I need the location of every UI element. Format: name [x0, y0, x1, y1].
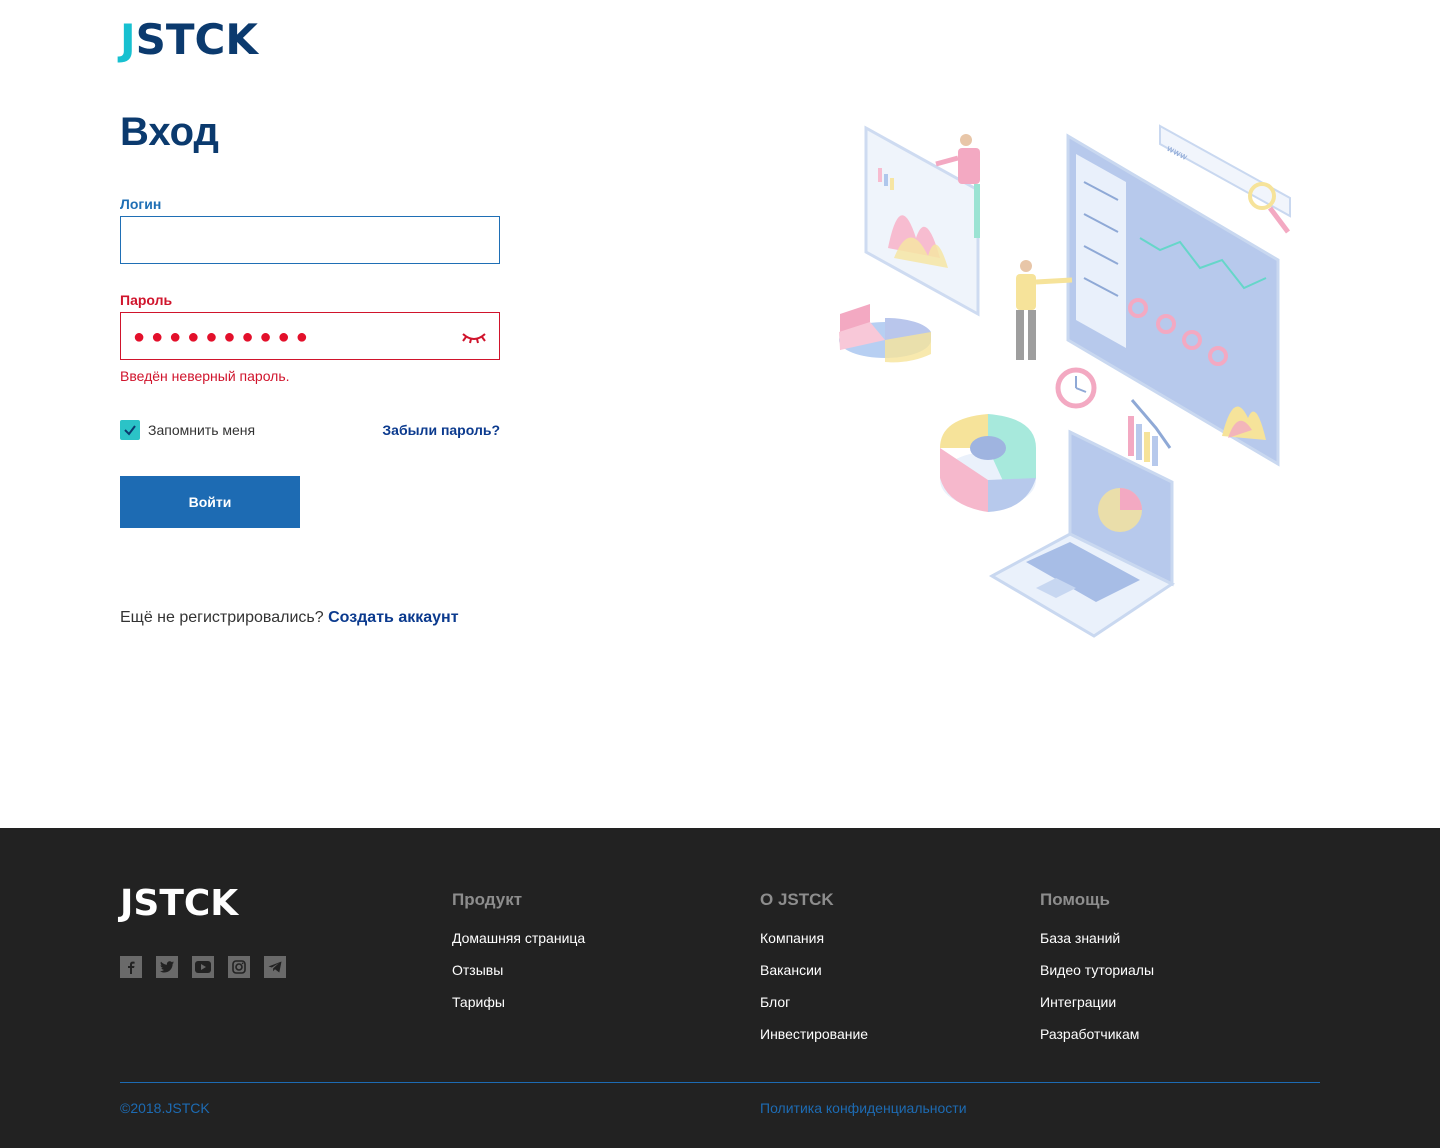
clock-icon [1055, 367, 1097, 409]
instagram-icon[interactable] [228, 956, 250, 978]
login-field-box [120, 216, 500, 264]
footer-column-title: О JSTCK [760, 890, 834, 909]
footer-link-company[interactable]: Компания [760, 930, 868, 946]
forgot-password-link[interactable]: Забыли пароль? [382, 422, 500, 438]
footer-column-title: Продукт [452, 890, 523, 909]
eye-closed-icon[interactable] [461, 328, 487, 346]
copyright-text: ©2018.JSTCK [120, 1100, 210, 1116]
footer-link-knowledge-base[interactable]: База знаний [1040, 930, 1154, 946]
bar-chart-arrow [1128, 399, 1172, 466]
donut-chart [940, 414, 1036, 512]
password-input[interactable]: ●●●●●●●●●● [120, 312, 500, 360]
analytics-illustration: www [839, 124, 1291, 638]
twitter-icon[interactable] [156, 956, 178, 978]
jstck-logo[interactable]: JSTCK [120, 18, 258, 62]
site-footer: JSTCK Продукт Домашняя страница Отзывы Т… [0, 828, 1440, 1148]
footer-column-help: Помощь База знаний Видео туториалы Интег… [1040, 890, 1154, 1058]
footer-link-blog[interactable]: Блог [760, 994, 868, 1010]
youtube-icon[interactable] [192, 956, 214, 978]
footer-link-video-tutorials[interactable]: Видео туториалы [1040, 962, 1154, 978]
footer-link-home[interactable]: Домашняя страница [452, 930, 585, 946]
privacy-policy-link[interactable]: Политика конфиденциальности [760, 1100, 967, 1116]
pie-chart-small [839, 304, 931, 363]
footer-column-product: Продукт Домашняя страница Отзывы Тарифы [452, 890, 585, 1026]
remember-checkbox[interactable] [120, 420, 140, 440]
password-label: Пароль [120, 292, 173, 308]
footer-logo[interactable]: JSTCK [120, 884, 238, 924]
footer-link-reviews[interactable]: Отзывы [452, 962, 585, 978]
social-links [120, 956, 286, 978]
footer-link-pricing[interactable]: Тарифы [452, 994, 585, 1010]
footer-link-developers[interactable]: Разработчикам [1040, 1026, 1154, 1042]
login-button[interactable]: Войти [120, 476, 300, 528]
signup-prompt: Ещё не регистрировались? Создать аккаунт [120, 609, 459, 627]
footer-column-title: Помощь [1040, 890, 1110, 909]
signup-text: Ещё не регистрировались? [120, 609, 324, 626]
person-figure-middle [1016, 260, 1073, 360]
telegram-icon[interactable] [264, 956, 286, 978]
password-error: Введён неверный пароль. [120, 368, 290, 384]
footer-link-investing[interactable]: Инвестирование [760, 1026, 868, 1042]
password-mask: ●●●●●●●●●● [133, 326, 314, 348]
footer-divider [120, 1082, 1320, 1083]
footer-link-integrations[interactable]: Интеграции [1040, 994, 1154, 1010]
logo-letters: STCK [135, 15, 258, 64]
login-input[interactable] [121, 217, 499, 263]
footer-column-about: О JSTCK Компания Вакансии Блог Инвестиро… [760, 890, 868, 1058]
logo-letter-j: J [120, 15, 136, 64]
login-label: Логин [120, 196, 162, 212]
page-title: Вход [120, 110, 219, 154]
facebook-icon[interactable] [120, 956, 142, 978]
remember-label: Запомнить меня [148, 422, 256, 438]
create-account-link[interactable]: Создать аккаунт [328, 609, 458, 626]
checkmark-icon [124, 425, 136, 436]
footer-link-jobs[interactable]: Вакансии [760, 962, 868, 978]
